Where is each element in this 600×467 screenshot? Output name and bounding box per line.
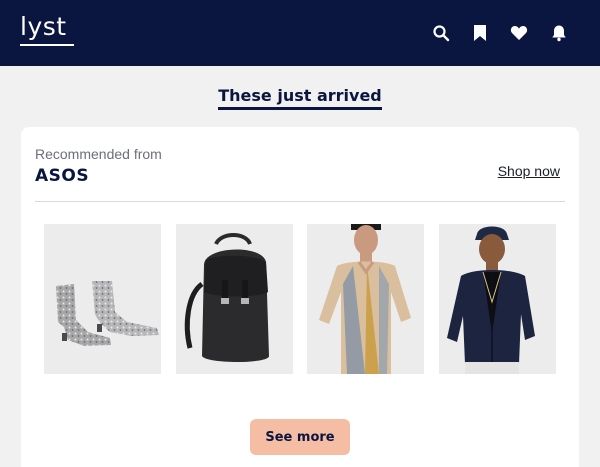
recommended-from-label: Recommended from [35, 146, 162, 162]
divider [35, 201, 565, 202]
product-image-boots[interactable] [44, 224, 161, 374]
heart-icon[interactable] [510, 24, 528, 42]
shop-now-link[interactable]: Shop now [498, 163, 560, 179]
search-icon[interactable] [432, 24, 450, 42]
recommendation-card: Recommended from ASOS Shop now See more [21, 127, 579, 467]
see-more-button[interactable]: See more [250, 419, 350, 455]
product-image-backpack[interactable] [176, 224, 293, 374]
lyst-logo[interactable]: lyst [20, 12, 67, 41]
section-title: These just arrived [0, 86, 600, 110]
bookmark-icon[interactable] [471, 24, 489, 42]
logo-underline [20, 44, 74, 46]
store-name: ASOS [35, 166, 90, 186]
top-navigation-bar: lyst [0, 0, 600, 66]
product-image-shirt[interactable] [307, 224, 424, 374]
section-title-text: These just arrived [218, 86, 382, 110]
bell-icon[interactable] [550, 24, 568, 42]
product-image-jacket[interactable] [439, 224, 556, 374]
